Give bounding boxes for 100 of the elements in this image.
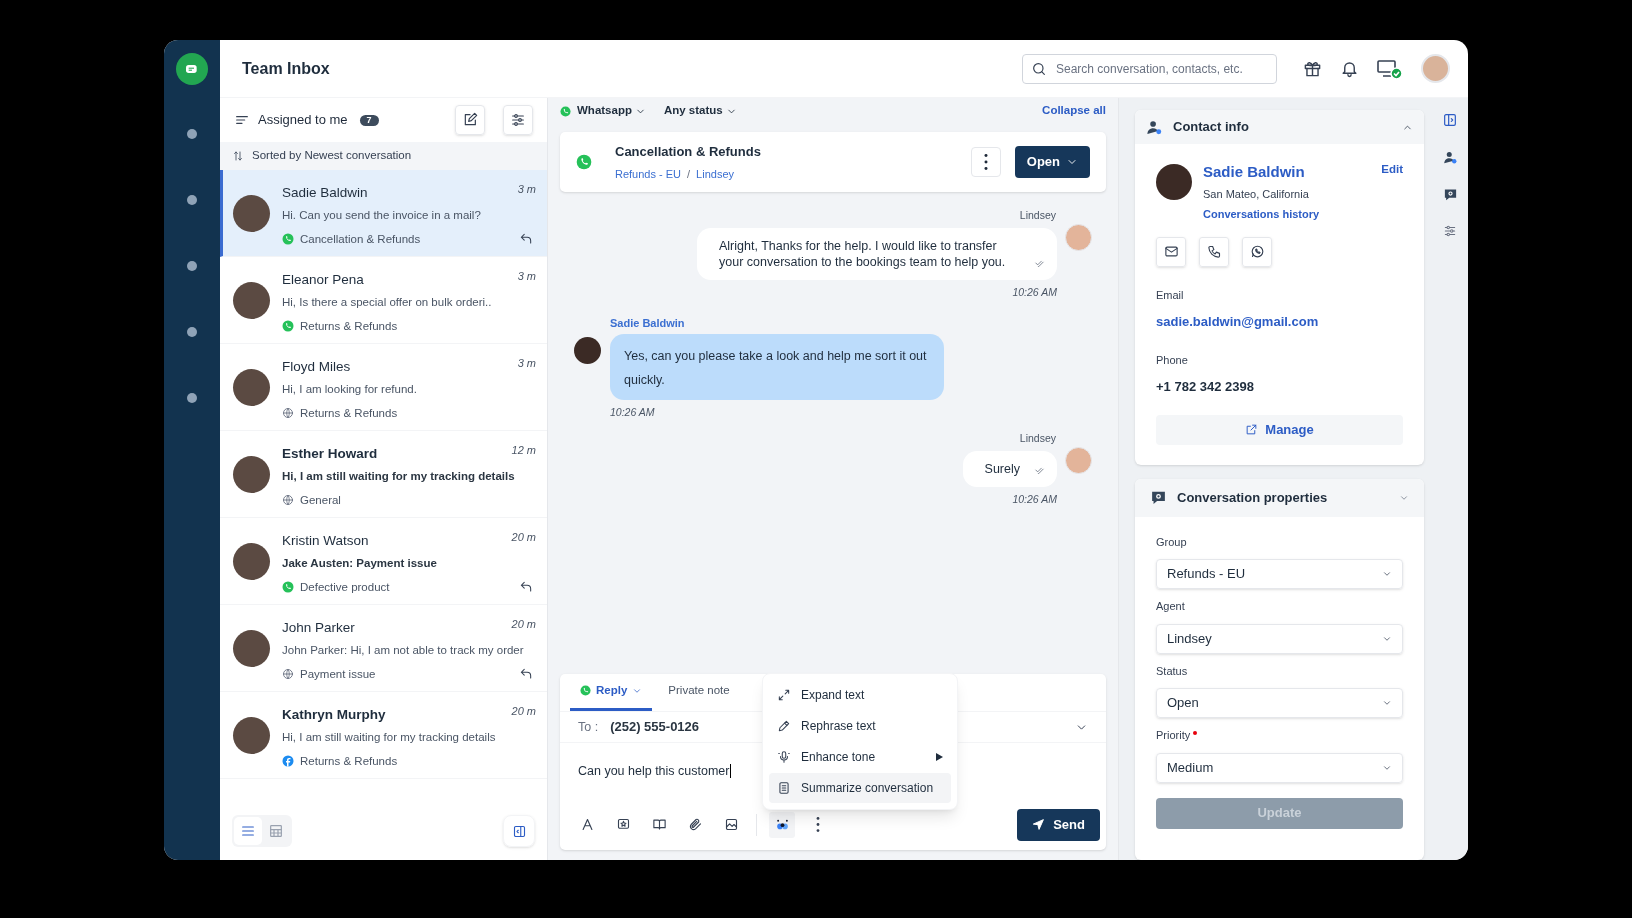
settings-chat-icon[interactable] [1442,187,1458,202]
manage-button[interactable]: Manage [1156,414,1403,445]
menu-item[interactable]: Enhance tone [769,742,951,772]
compose-icon [462,112,478,128]
ai-assistant-button[interactable] [769,811,795,838]
message-preview: Hi. Can you send the invoice in a mail? [282,208,482,224]
contact-avatar [574,336,601,364]
dropdown-field[interactable]: Refunds - EU [1156,559,1403,589]
message-text: Yes, can you please take a look and help me sort it out quickly. [624,349,927,387]
phone-icon [1206,244,1222,259]
globe-icon [282,407,294,420]
contact-location: San Mateo, California [1203,186,1310,202]
contact-avatar [1156,164,1192,200]
contact-icon [1146,118,1163,136]
composer-tab[interactable]: Reply [570,673,653,711]
ai-assistant-icon [774,817,790,832]
email-button[interactable] [1156,236,1186,267]
menu-item[interactable]: Rephrase text [769,711,951,741]
field-label: Email [1156,287,1185,303]
field-label: Status [1156,663,1188,679]
avatar [233,195,270,232]
globe-icon [282,494,294,507]
collapse-panel-button[interactable] [503,815,535,847]
agent-avatar [1065,224,1092,251]
whatsapp-icon [580,685,591,696]
menu-item[interactable]: Summarize conversation [769,773,951,803]
contact-icon[interactable] [1442,150,1458,165]
card-title: Contact info [1173,118,1249,137]
filter-label[interactable]: Assigned to me [258,110,348,130]
microphone-icon [777,750,791,764]
avatar [233,717,270,754]
whatsapp-icon [282,320,294,333]
edit-link[interactable]: Edit [1381,161,1403,179]
agent-link[interactable]: Lindsey [696,165,734,182]
sliders-icon[interactable] [1443,224,1457,238]
dropdown-field[interactable]: Lindsey [1156,623,1403,654]
sort-icon[interactable] [232,150,244,162]
whatsapp-button[interactable] [1242,236,1272,267]
time-ago: 20 m [511,530,536,545]
conversations-history-link[interactable]: Conversations history [1203,206,1403,223]
avatar [233,543,270,580]
field-label: Group [1156,534,1187,550]
time-ago: 3 m [517,269,536,284]
dropdown-field[interactable]: Medium [1156,752,1403,783]
channel-dropdown[interactable]: Whatsapp [577,102,646,120]
monitor-status-icon[interactable] [1377,57,1403,80]
more-icon [816,817,820,832]
contact-name: John Parker [282,619,355,637]
contact-name: Sadie Baldwin [282,184,368,202]
message-preview: Hi, I am looking for refund. [282,382,418,398]
sender-name: Lindsey [1019,208,1056,223]
message-preview: Jake Austen: Payment issue [282,556,438,572]
filter-settings-button[interactable] [503,105,533,135]
agent-avatar [1065,446,1092,474]
more-options-button[interactable] [970,147,1001,177]
whatsapp-icon [282,233,294,246]
app-logo[interactable] [176,53,208,85]
chevron-icon [1382,569,1392,579]
panel-icon[interactable] [1442,112,1458,128]
collapse-all-link[interactable]: Collapse all [1042,102,1106,120]
field-label: Priority [1156,728,1191,743]
search-icon [1031,60,1047,77]
sender-name: Lindsey [1019,430,1056,446]
composer-tab[interactable]: Private note [658,673,740,711]
message-preview: John Parker: Hi, I am not able to track my order [282,643,525,659]
dropdown-field[interactable]: Open [1156,688,1403,718]
whatsapp-icon [560,105,571,117]
conversation-item[interactable]: Sadie Baldwin 3 m Hi. Can you send the invoice in a mail? Cancellation & Refunds [220,170,547,257]
field-label: Phone [1156,352,1189,368]
topic-tag: Defective product [300,578,390,596]
chevron-icon [1382,698,1392,708]
recipient-phone: (252) 555-0126 [610,718,700,737]
search-field[interactable]: Search conversation, contacts, etc. [1022,53,1277,84]
menu-item[interactable]: Expand text [769,680,951,710]
message-preview: Hi, Is there a special offer on bulk orderi.. [282,295,493,311]
compose-button[interactable] [455,105,485,135]
grid-icon [268,823,284,839]
topic-tag: Returns & Refunds [300,752,398,770]
count-badge: 7 [359,114,379,126]
avatar [233,630,270,667]
time-ago: 3 m [517,182,536,197]
message-input[interactable]: Can you help this customer [578,764,732,778]
send-button[interactable]: Send [1017,808,1100,841]
call-button[interactable] [1199,236,1229,267]
conversation-title: Cancellation & Refunds [615,143,761,161]
message-text: Surely [984,460,1020,477]
status-dropdown[interactable]: Any status [663,102,737,120]
contact-name: Esther Howard [282,445,378,463]
group-link[interactable]: Refunds - EU [615,165,682,182]
topic-tag: Returns & Refunds [300,404,398,422]
bell-icon[interactable] [1340,59,1359,78]
gift-icon[interactable] [1303,59,1322,78]
send-icon [1032,818,1046,831]
field-value[interactable]: sadie.baldwin@gmail.com [1156,312,1403,332]
text-format-icon [579,817,595,832]
time-ago: 12 m [511,443,536,458]
message-time: 10:26 AM [1012,491,1057,507]
status-button[interactable]: Open [1014,146,1090,178]
card-title: Conversation properties [1177,488,1328,507]
time-ago: 3 m [517,356,536,371]
